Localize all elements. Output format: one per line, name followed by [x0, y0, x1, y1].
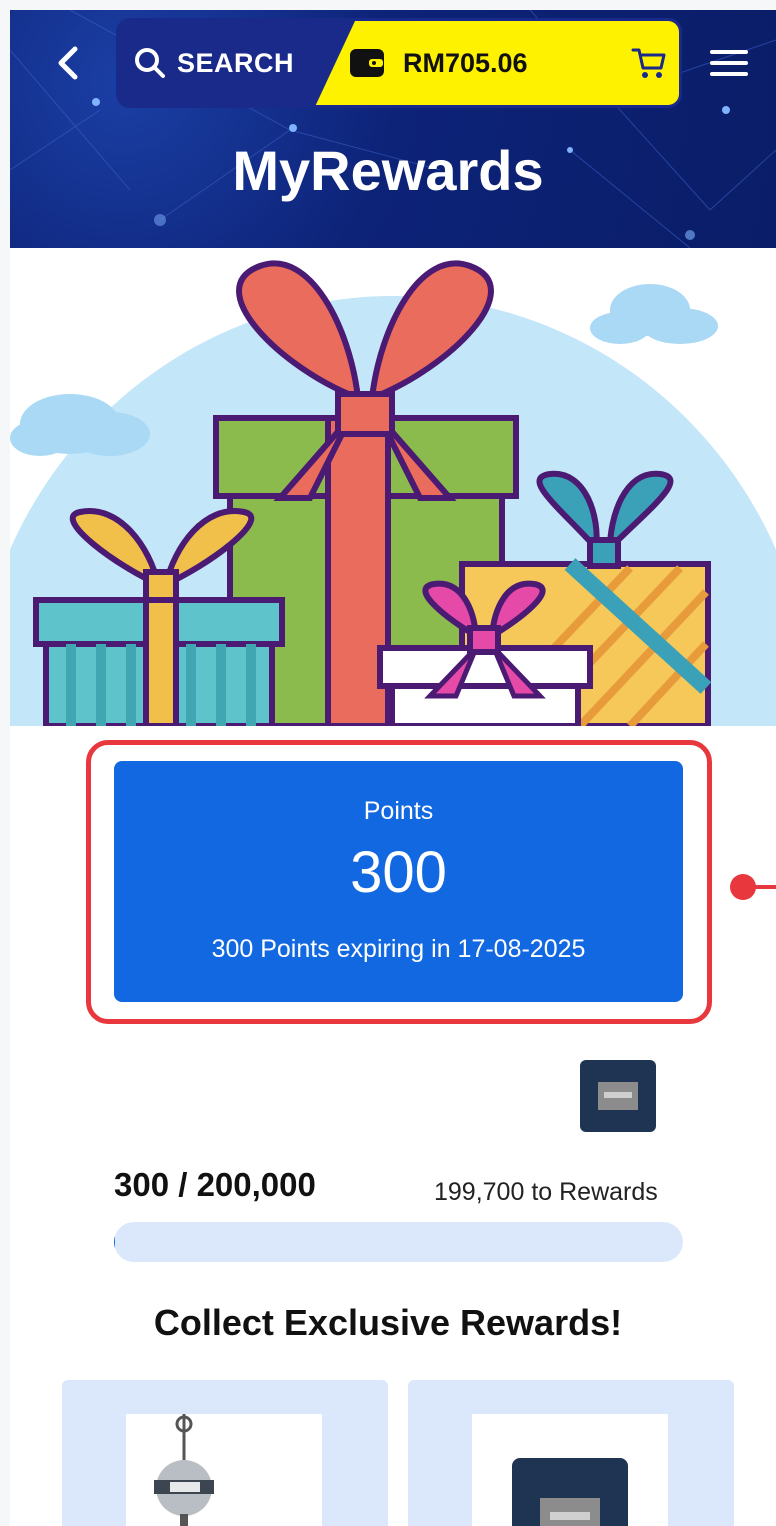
search-icon [135, 48, 165, 78]
search-label: SEARCH [177, 47, 295, 78]
page-title: MyRewards [232, 139, 544, 202]
search-wallet-bar: SEARCH RM705.06 [116, 18, 682, 108]
badge-reel-image [154, 1414, 214, 1526]
reward-tile[interactable] [62, 1380, 388, 1526]
app-screen: SEARCH RM705.06 MyRewards Points 300 300… [10, 10, 776, 1526]
annotation-line [750, 885, 776, 889]
section-title: Collect Exclusive Rewards! [153, 1302, 623, 1343]
points-label: Points [363, 797, 434, 825]
reward-image [126, 1414, 322, 1526]
cart-icon [631, 48, 666, 78]
points-value: 300 [350, 840, 447, 905]
back-button[interactable] [48, 40, 88, 86]
hero-banner [10, 248, 776, 1156]
pouch-image [580, 1060, 656, 1132]
reward-image [472, 1414, 668, 1526]
chevron-left-icon [58, 46, 78, 80]
hamburger-menu-button[interactable] [706, 44, 752, 82]
points-progress-bar [114, 1222, 683, 1262]
reward-tile[interactable] [408, 1380, 734, 1526]
points-expiry-text: 300 Points expiring in 17-08-2025 [211, 935, 586, 963]
hamburger-menu-icon [710, 50, 748, 54]
points-progress-text: 300 / 200,000 [114, 1166, 316, 1203]
search-button[interactable]: SEARCH [119, 21, 339, 105]
wallet-balance: RM705.06 [403, 47, 528, 78]
points-to-rewards-text: 199,700 to Rewards [434, 1178, 658, 1206]
wallet-balance-button[interactable]: RM705.06 [349, 21, 528, 105]
pouch-image [512, 1458, 628, 1526]
cart-button[interactable] [627, 41, 671, 85]
points-progress-fill [114, 1222, 115, 1262]
header: SEARCH RM705.06 MyRewards [10, 10, 776, 248]
gift-boxes-illustration [10, 260, 776, 1156]
wallet-icon [350, 49, 384, 77]
reward-thumbnail [578, 1058, 658, 1134]
points-card: Points 300 300 Points expiring in 17-08-… [114, 761, 683, 1002]
